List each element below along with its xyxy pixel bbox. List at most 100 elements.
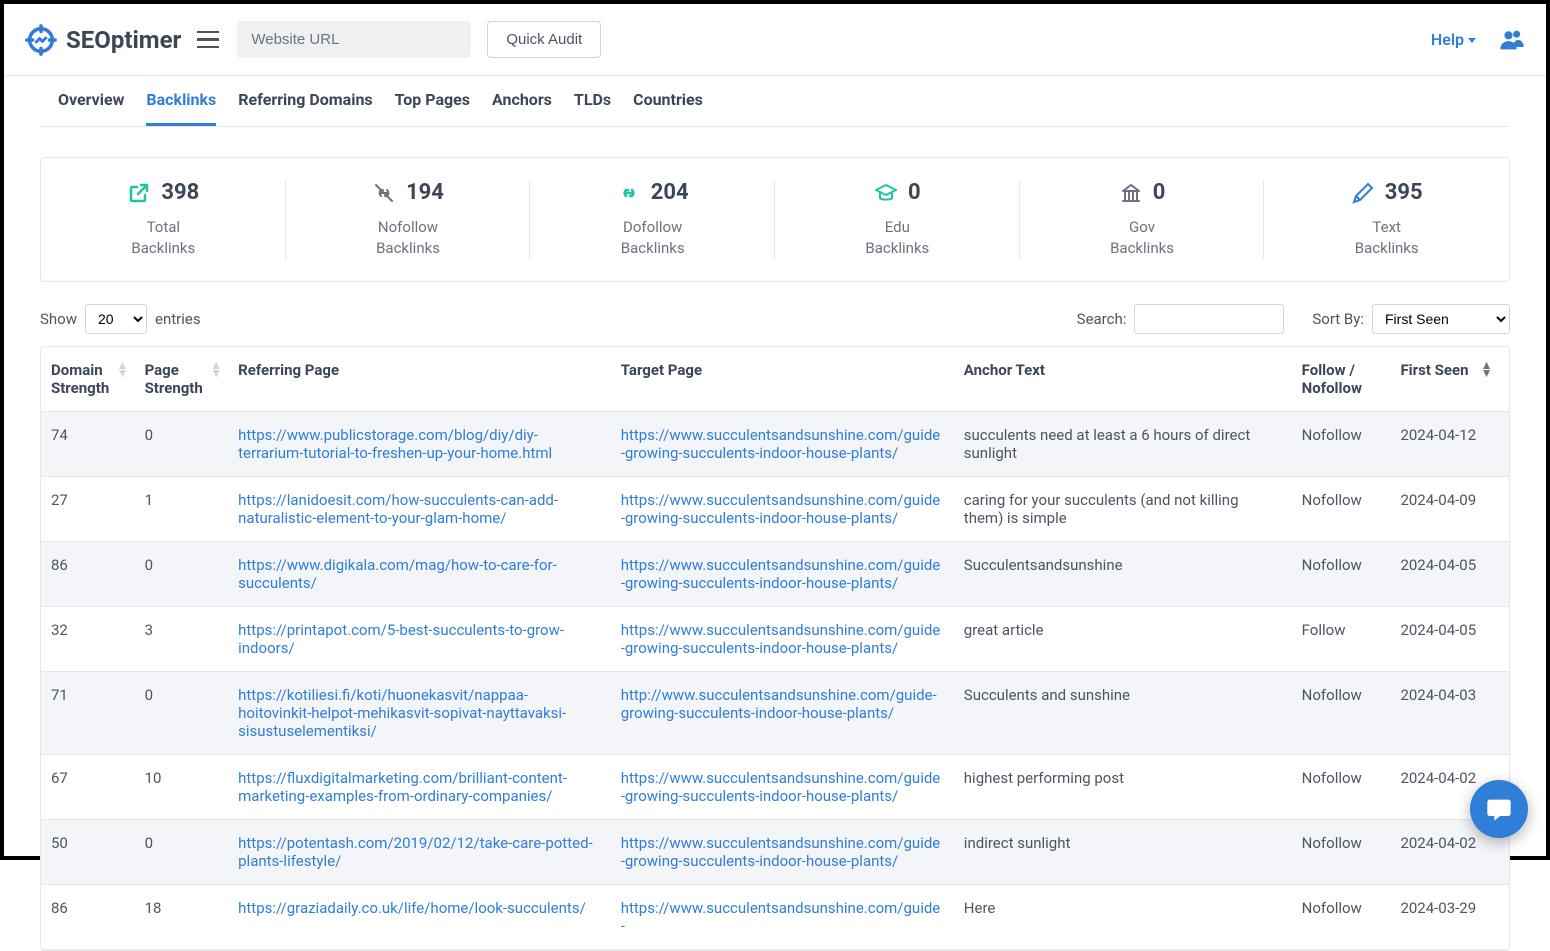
stat-label: TextBacklinks bbox=[1276, 217, 1497, 259]
search-label: Search: bbox=[1077, 310, 1127, 328]
cell-anchor-text: Succulents and sunshine bbox=[954, 672, 1292, 755]
chevron-down-icon bbox=[1468, 38, 1476, 43]
url-input[interactable] bbox=[237, 21, 471, 58]
stat-card-gov: 0 GovBacklinks bbox=[1020, 158, 1265, 281]
col-anchor-text[interactable]: Anchor Text bbox=[954, 347, 1292, 412]
table-container: Domain Strength▲▼ Page Strength▲▼ Referr… bbox=[40, 346, 1510, 951]
tab-overview[interactable]: Overview bbox=[58, 90, 124, 126]
users-icon[interactable] bbox=[1498, 26, 1526, 54]
cell-referring-page[interactable]: https://printapot.com/5-best-succulents-… bbox=[228, 607, 611, 672]
cell-domain-strength: 71 bbox=[41, 672, 135, 755]
col-referring-page[interactable]: Referring Page bbox=[228, 347, 611, 412]
cell-last: 2 bbox=[1499, 672, 1509, 755]
stat-card-text: 395 TextBacklinks bbox=[1264, 158, 1509, 281]
cell-target-page[interactable]: https://www.succulentsandsunshine.com/gu… bbox=[611, 477, 954, 542]
stat-label: DofollowBacklinks bbox=[542, 217, 763, 259]
hamburger-icon[interactable] bbox=[197, 28, 221, 52]
col-target-page[interactable]: Target Page bbox=[611, 347, 954, 412]
cell-first-seen: 2024-04-03 bbox=[1390, 672, 1498, 755]
sort-icon: ▲▼ bbox=[1481, 361, 1493, 378]
cell-follow: Nofollow bbox=[1292, 542, 1391, 607]
cell-anchor-text: indirect sunlight bbox=[954, 820, 1292, 885]
stat-label: TotalBacklinks bbox=[53, 217, 274, 259]
cell-follow: Nofollow bbox=[1292, 885, 1391, 950]
table-row: 323https://printapot.com/5-best-succulen… bbox=[41, 607, 1509, 672]
cell-follow: Nofollow bbox=[1292, 672, 1391, 755]
stat-label: EduBacklinks bbox=[787, 217, 1008, 259]
cell-domain-strength: 86 bbox=[41, 885, 135, 950]
cell-referring-page[interactable]: https://www.digikala.com/mag/how-to-care… bbox=[228, 542, 611, 607]
table-row: 860https://www.digikala.com/mag/how-to-c… bbox=[41, 542, 1509, 607]
table-row: 710https://kotiliesi.fi/koti/huonekasvit… bbox=[41, 672, 1509, 755]
col-first-seen[interactable]: First Seen▲▼ bbox=[1390, 347, 1498, 412]
tab-backlinks[interactable]: Backlinks bbox=[146, 90, 216, 126]
cell-first-seen: 2024-03-29 bbox=[1390, 885, 1498, 950]
cell-referring-page[interactable]: https://www.publicstorage.com/blog/diy/d… bbox=[228, 412, 611, 477]
stat-label: NofollowBacklinks bbox=[298, 217, 519, 259]
cell-page-strength: 18 bbox=[135, 885, 229, 950]
col-page-strength[interactable]: Page Strength▲▼ bbox=[135, 347, 229, 412]
chat-widget[interactable] bbox=[1470, 780, 1528, 838]
cell-page-strength: 0 bbox=[135, 820, 229, 885]
stat-card-dofollow: 204DofollowBacklinks bbox=[530, 158, 775, 281]
cell-target-page[interactable]: https://www.succulentsandsunshine.com/gu… bbox=[611, 542, 954, 607]
stat-card-edu: 0EduBacklinks bbox=[775, 158, 1020, 281]
stat-value: 398 bbox=[161, 180, 199, 205]
cell-target-page[interactable]: https://www.succulentsandsunshine.com/gu… bbox=[611, 820, 954, 885]
col-domain-strength[interactable]: Domain Strength▲▼ bbox=[41, 347, 135, 412]
cell-target-page[interactable]: https://www.succulentsandsunshine.com/gu… bbox=[611, 885, 954, 950]
entries-select[interactable]: 20 bbox=[85, 304, 147, 334]
cell-target-page[interactable]: https://www.succulentsandsunshine.com/gu… bbox=[611, 412, 954, 477]
main-content: Overview Backlinks Referring Domains Top Pa… bbox=[4, 76, 1546, 951]
quick-audit-button[interactable]: Quick Audit bbox=[487, 21, 601, 58]
tab-referring-domains[interactable]: Referring Domains bbox=[238, 90, 372, 126]
col-follow[interactable]: Follow / Nofollow bbox=[1292, 347, 1391, 412]
logo[interactable]: SEOptimer bbox=[24, 23, 181, 57]
cell-referring-page[interactable]: https://fluxdigitalmarketing.com/brillia… bbox=[228, 755, 611, 820]
table-body: 740https://www.publicstorage.com/blog/di… bbox=[41, 412, 1509, 950]
tab-top-pages[interactable]: Top Pages bbox=[395, 90, 470, 126]
help-link[interactable]: Help bbox=[1431, 30, 1476, 49]
cell-target-page[interactable]: http://www.succulentsandsunshine.com/gui… bbox=[611, 672, 954, 755]
col-last[interactable]: L bbox=[1499, 347, 1509, 412]
table-row: 271https://lanidoesit.com/how-succulents… bbox=[41, 477, 1509, 542]
cell-target-page[interactable]: https://www.succulentsandsunshine.com/gu… bbox=[611, 755, 954, 820]
cell-page-strength: 1 bbox=[135, 477, 229, 542]
stat-value: 0 bbox=[1153, 180, 1166, 205]
cell-referring-page[interactable]: https://potentash.com/2019/02/12/take-ca… bbox=[228, 820, 611, 885]
show-label: Show bbox=[40, 310, 77, 328]
sort-icon: ▲▼ bbox=[117, 361, 129, 378]
cell-follow: Nofollow bbox=[1292, 477, 1391, 542]
cell-page-strength: 3 bbox=[135, 607, 229, 672]
cell-page-strength: 0 bbox=[135, 542, 229, 607]
cell-referring-page[interactable]: https://graziadaily.co.uk/life/home/look… bbox=[228, 885, 611, 950]
tab-countries[interactable]: Countries bbox=[633, 90, 703, 126]
cell-anchor-text: Succulentsandsunshine bbox=[954, 542, 1292, 607]
cell-last: 2 bbox=[1499, 412, 1509, 477]
table-row: 8618https://graziadaily.co.uk/life/home/… bbox=[41, 885, 1509, 950]
cell-first-seen: 2024-04-05 bbox=[1390, 542, 1498, 607]
stat-label: GovBacklinks bbox=[1032, 217, 1253, 259]
cell-anchor-text: caring for your succulents (and not kill… bbox=[954, 477, 1292, 542]
tab-anchors[interactable]: Anchors bbox=[492, 90, 552, 126]
logo-icon bbox=[24, 23, 58, 57]
stat-card-nofollow: 194NofollowBacklinks bbox=[286, 158, 531, 281]
chat-icon bbox=[1485, 795, 1513, 823]
cell-last: 2 bbox=[1499, 607, 1509, 672]
sort-by-label: Sort By: bbox=[1312, 310, 1364, 328]
cell-first-seen: 2024-04-05 bbox=[1390, 607, 1498, 672]
table-row: 6710https://fluxdigitalmarketing.com/bri… bbox=[41, 755, 1509, 820]
entries-label: entries bbox=[155, 310, 201, 328]
cell-anchor-text: highest performing post bbox=[954, 755, 1292, 820]
search-input[interactable] bbox=[1134, 304, 1284, 334]
cell-referring-page[interactable]: https://kotiliesi.fi/koti/huonekasvit/na… bbox=[228, 672, 611, 755]
cell-last: 2 bbox=[1499, 885, 1509, 950]
sort-select[interactable]: First Seen bbox=[1372, 304, 1510, 334]
tab-tlds[interactable]: TLDs bbox=[574, 90, 611, 126]
cell-page-strength: 0 bbox=[135, 672, 229, 755]
cell-referring-page[interactable]: https://lanidoesit.com/how-succulents-ca… bbox=[228, 477, 611, 542]
cell-target-page[interactable]: https://www.succulentsandsunshine.com/gu… bbox=[611, 607, 954, 672]
stat-value: 395 bbox=[1385, 180, 1423, 205]
cell-domain-strength: 27 bbox=[41, 477, 135, 542]
cell-domain-strength: 67 bbox=[41, 755, 135, 820]
